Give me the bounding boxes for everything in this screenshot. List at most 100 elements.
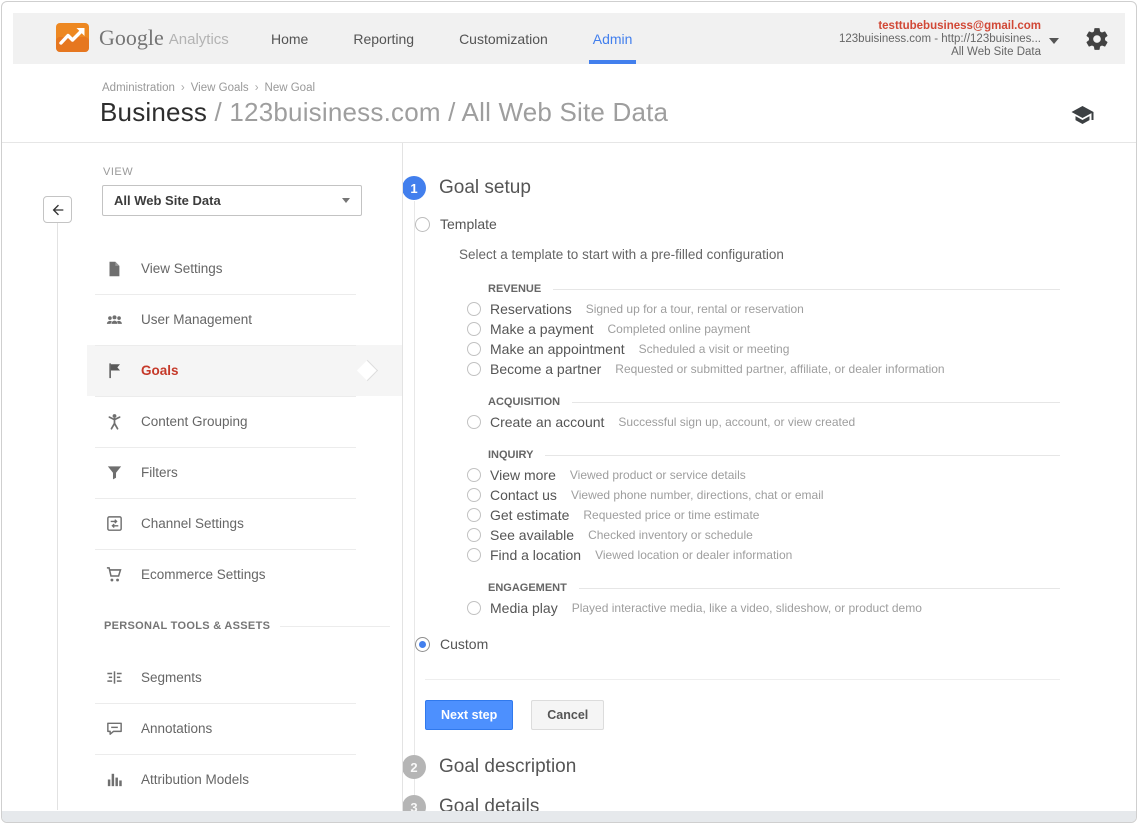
sidebar-item-channel-settings[interactable]: Channel Settings <box>87 498 402 549</box>
template-option-find-a-location[interactable]: Find a locationViewed location or dealer… <box>467 545 1060 565</box>
group-name: INQUIRY <box>488 449 533 461</box>
group-rule <box>579 588 1060 589</box>
step-3-label: Goal details <box>439 796 539 811</box>
nav-item-home[interactable]: Home <box>271 13 308 64</box>
account-property: 123buisiness.com - http://123buisines... <box>839 33 1041 46</box>
page-title-rest: / 123buisiness.com / All Web Site Data <box>215 97 669 127</box>
view-selector-dropdown[interactable]: All Web Site Data <box>102 185 362 216</box>
option-label: Find a location <box>490 547 581 563</box>
goal-wizard: 1 Goal setup Template Select a template … <box>403 143 1124 811</box>
sidebar-item-filters[interactable]: Filters <box>87 447 402 498</box>
template-option-get-estimate[interactable]: Get estimateRequested price or time esti… <box>467 505 1060 525</box>
option-label: View more <box>490 467 556 483</box>
option-label: See available <box>490 527 574 543</box>
settings-gear-button[interactable] <box>1084 26 1110 52</box>
radio-icon[interactable] <box>467 468 481 482</box>
option-label: Media play <box>490 600 558 616</box>
option-description: Requested or submitted partner, affiliat… <box>615 362 944 376</box>
users-icon <box>104 310 124 330</box>
template-option-reservations[interactable]: ReservationsSigned up for a tour, rental… <box>467 299 1060 319</box>
custom-radio-option[interactable]: Custom <box>415 633 1124 655</box>
radio-icon[interactable] <box>467 342 481 356</box>
radio-icon[interactable] <box>467 601 481 615</box>
view-section-label: VIEW <box>103 166 402 178</box>
custom-radio-label: Custom <box>440 636 488 652</box>
template-option-make-a-payment[interactable]: Make a paymentCompleted online payment <box>467 319 1060 339</box>
custom-radio-icon-selected[interactable] <box>415 637 430 652</box>
template-option-see-available[interactable]: See available Checked inventory or schedu… <box>467 525 1060 545</box>
cancel-button[interactable]: Cancel <box>531 700 604 730</box>
nav-item-customization[interactable]: Customization <box>459 13 548 64</box>
template-radio-option[interactable]: Template <box>415 213 1124 235</box>
radio-icon[interactable] <box>467 488 481 502</box>
option-label: Create an account <box>490 414 604 430</box>
sidebar-item-label: Channel Settings <box>141 516 244 531</box>
option-label: Become a partner <box>490 361 601 377</box>
breadcrumb-item-view-goals[interactable]: View Goals <box>191 82 249 94</box>
template-option-media-play[interactable]: Media playPlayed interactive media, like… <box>467 598 1060 618</box>
bar-chart-icon <box>104 770 124 790</box>
analytics-logo-icon <box>56 23 89 52</box>
breadcrumb-separator: › <box>255 82 259 94</box>
account-switcher[interactable]: testtubebusiness@gmail.com 123buisiness.… <box>839 20 1041 59</box>
radio-icon[interactable] <box>467 322 481 336</box>
template-radio-label: Template <box>440 216 497 232</box>
sidebar-item-attribution-models[interactable]: Attribution Models <box>87 754 402 805</box>
google-analytics-admin-page: Google Analytics Home Reporting Customizat… <box>1 1 1137 823</box>
sidebar-item-goals[interactable]: Goals <box>87 345 402 396</box>
back-arrow-icon <box>50 202 66 218</box>
breadcrumb-item-administration[interactable]: Administration <box>102 82 175 94</box>
option-description: Successful sign up, account, or view cre… <box>618 415 855 429</box>
template-option-view-more[interactable]: View moreViewed product or service detai… <box>467 465 1060 485</box>
sidebar-item-segments[interactable]: Segments <box>87 652 402 703</box>
radio-icon[interactable] <box>467 362 481 376</box>
template-hint-text: Select a template to start with a pre-fi… <box>459 247 1124 262</box>
sidebar-section-label: PERSONAL TOOLS & ASSETS <box>104 620 270 632</box>
sidebar-item-label: Goals <box>141 363 179 378</box>
nav-item-admin[interactable]: Admin <box>593 13 633 64</box>
sidebar-item-content-grouping[interactable]: Content Grouping <box>87 396 402 447</box>
sidebar-item-label: View Settings <box>141 261 223 276</box>
group-rule <box>545 455 1060 456</box>
sidebar-item-label: User Management <box>141 312 252 327</box>
sidebar-item-annotations[interactable]: Annotations <box>87 703 402 754</box>
google-analytics-logo[interactable]: Google Analytics <box>56 23 229 52</box>
window-bottom-edge <box>2 811 1136 822</box>
nav-item-reporting[interactable]: Reporting <box>353 13 414 64</box>
education-link[interactable] <box>1069 103 1096 127</box>
next-step-button[interactable]: Next step <box>425 700 513 730</box>
section-rule <box>280 626 390 627</box>
radio-icon[interactable] <box>467 508 481 522</box>
gear-icon <box>1084 26 1110 52</box>
sidebar-item-user-management[interactable]: User Management <box>87 294 402 345</box>
admin-sidebar: VIEW All Web Site Data View Settings User… <box>87 143 403 811</box>
sidebar-section-personal-tools: PERSONAL TOOLS & ASSETS <box>87 600 402 652</box>
radio-icon[interactable] <box>467 528 481 542</box>
segments-icon <box>104 668 124 688</box>
group-name: ACQUISITION <box>488 396 560 408</box>
breadcrumb-separator: › <box>181 82 185 94</box>
option-description: Checked inventory or schedule <box>588 528 753 542</box>
sidebar-item-view-settings[interactable]: View Settings <box>87 243 402 294</box>
account-view: All Web Site Data <box>839 46 1041 59</box>
collapse-sidebar-button[interactable] <box>43 196 72 223</box>
template-option-become-a-partner[interactable]: Become a partner Requested or submitted p… <box>467 359 1060 379</box>
option-label: Make a payment <box>490 321 594 337</box>
step-1-label: Goal setup <box>439 177 531 199</box>
group-name: ENGAGEMENT <box>488 582 567 594</box>
template-option-create-an-account[interactable]: Create an account Successful sign up, acc… <box>467 412 1060 432</box>
template-radio-icon[interactable] <box>415 217 430 232</box>
option-label: Make an appointment <box>490 341 625 357</box>
sidebar-item-label: Content Grouping <box>141 414 248 429</box>
sidebar-item-ecommerce-settings[interactable]: Ecommerce Settings <box>87 549 402 600</box>
template-option-make-an-appointment[interactable]: Make an appointmentScheduled a visit or … <box>467 339 1060 359</box>
radio-icon[interactable] <box>467 415 481 429</box>
template-option-contact-us[interactable]: Contact usViewed phone number, direction… <box>467 485 1060 505</box>
radio-icon[interactable] <box>467 302 481 316</box>
account-caret-down-icon[interactable] <box>1049 38 1059 44</box>
group-rule <box>572 402 1060 403</box>
dropdown-caret-icon <box>342 198 350 203</box>
radio-icon[interactable] <box>467 548 481 562</box>
sidebar-item-label: Ecommerce Settings <box>141 567 266 582</box>
group-header: REVENUE <box>488 279 1060 299</box>
